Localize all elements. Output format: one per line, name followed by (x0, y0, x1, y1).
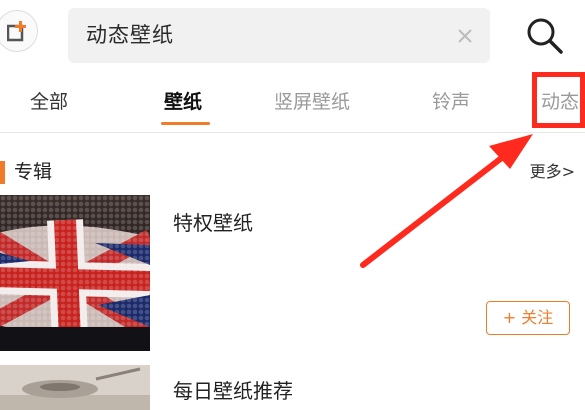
tab-all[interactable]: 全部 (30, 72, 68, 132)
tab-ringtone[interactable]: 铃声 (432, 72, 470, 132)
album-section-header: 专辑 更多> (0, 150, 585, 190)
album-item[interactable]: 特权壁纸 + 关注 (0, 195, 585, 351)
search-icon[interactable] (524, 15, 566, 57)
annotation-highlight-box (532, 72, 585, 128)
more-link[interactable]: 更多> (530, 150, 575, 194)
album-thumbnail[interactable] (0, 365, 150, 410)
follow-button[interactable]: + 关注 (486, 301, 570, 335)
tab-portrait-wallpaper[interactable]: 竖屏壁纸 (274, 72, 350, 132)
album-thumbnail[interactable] (0, 195, 150, 351)
clear-icon[interactable] (456, 27, 474, 45)
album-title[interactable]: 特权壁纸 (173, 207, 253, 236)
search-box[interactable]: 动态壁纸 (68, 8, 490, 63)
top-bar: 动态壁纸 (0, 0, 585, 70)
album-item[interactable]: 每日壁纸推荐 (0, 365, 585, 410)
section-title: 专辑 (14, 161, 53, 183)
app-logo-icon[interactable] (0, 10, 38, 52)
active-tab-indicator (161, 122, 210, 125)
section-accent-bar (0, 161, 5, 184)
search-input[interactable]: 动态壁纸 (86, 8, 174, 63)
album-title[interactable]: 每日壁纸推荐 (173, 375, 293, 404)
category-tabs: 全部 壁纸 竖屏壁纸 铃声 动态 (0, 72, 585, 133)
